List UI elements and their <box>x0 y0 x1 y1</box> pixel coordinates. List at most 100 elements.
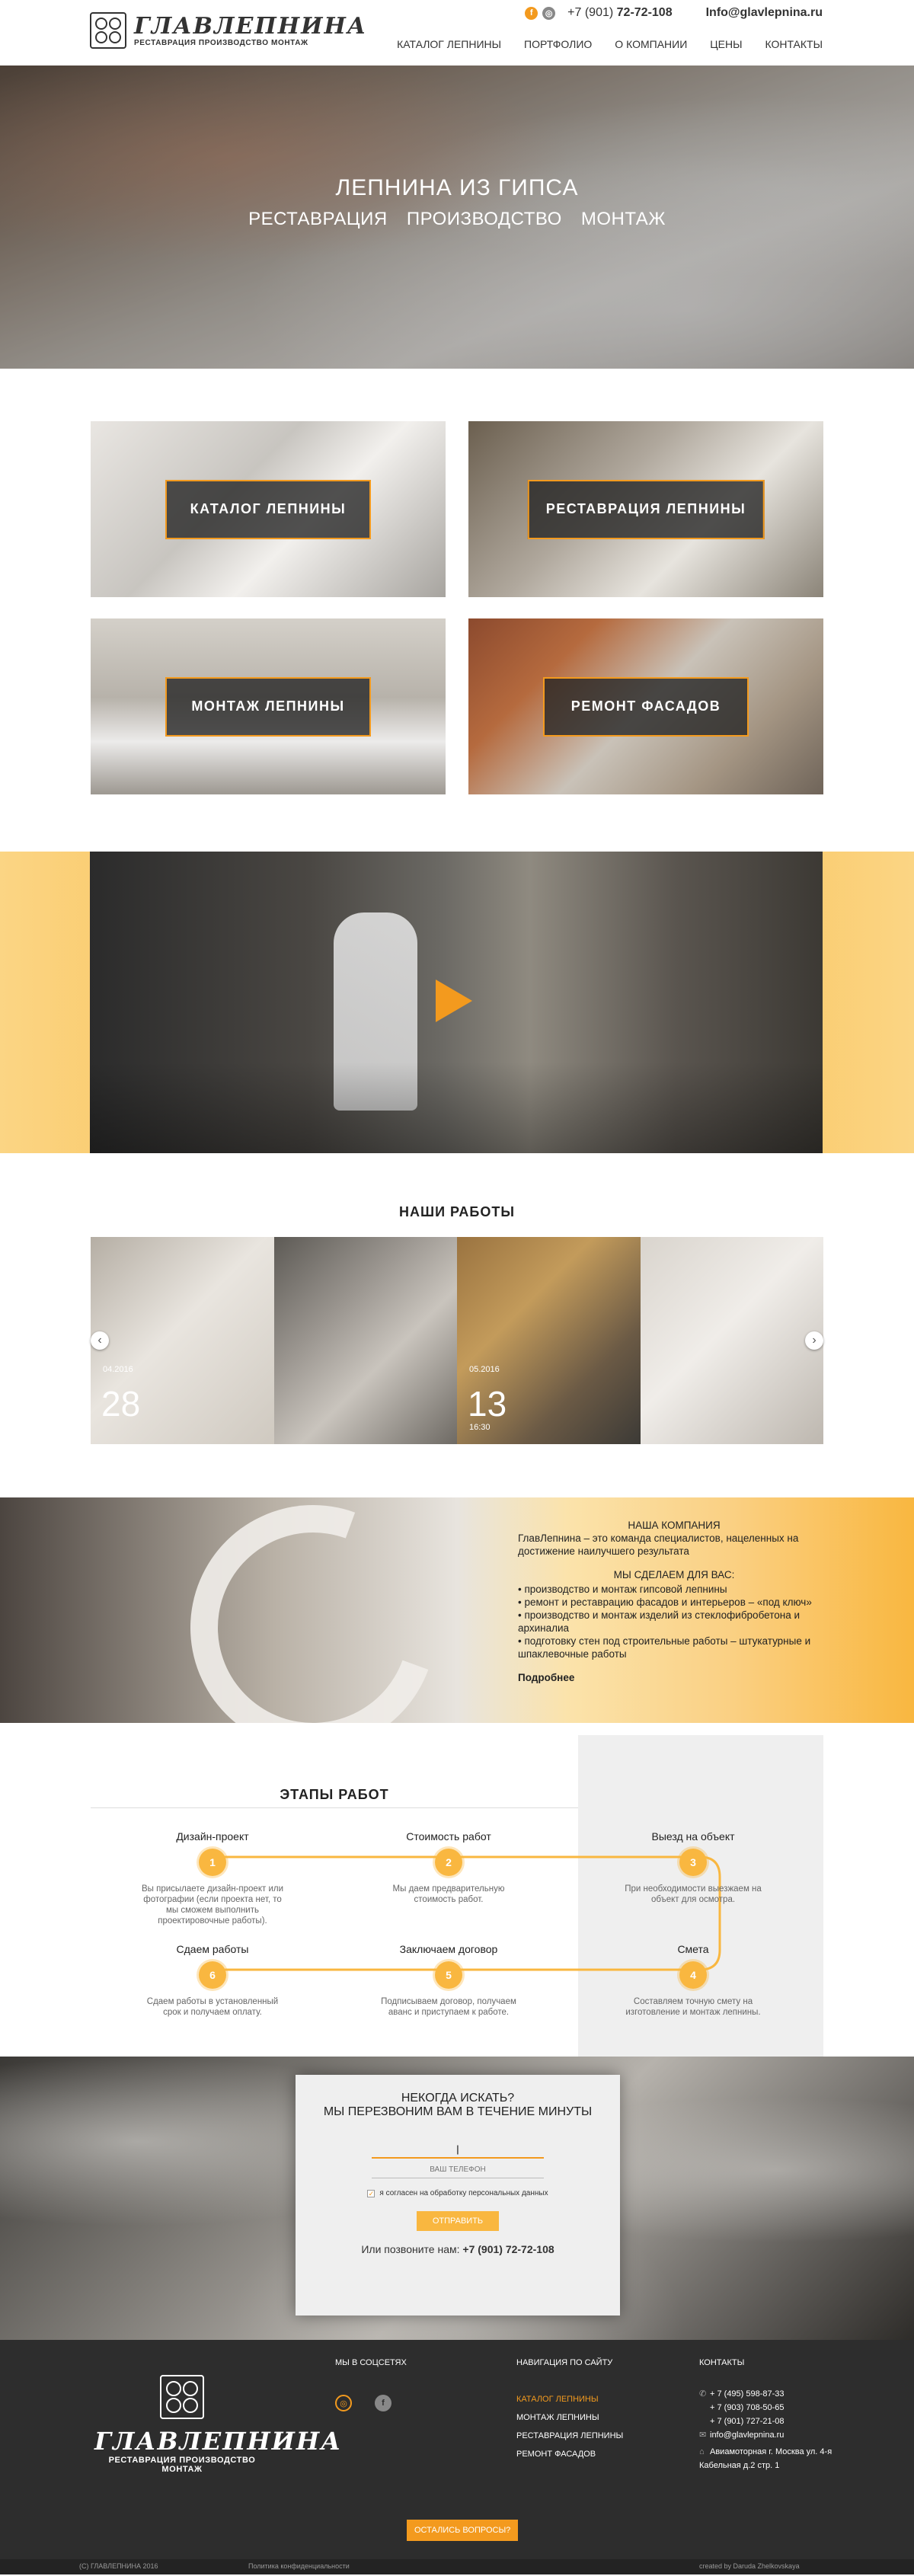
step-title: Заключаем договор <box>399 1943 498 1955</box>
site-footer: ГЛАВЛЕПНИНА РЕСТАВРАЦИЯ ПРОИЗВОДСТВО МОН… <box>0 2340 914 2574</box>
main-nav: КАТАЛОГ ЛЕПНИНЫ ПОРТФОЛИО О КОМПАНИИ ЦЕН… <box>397 38 823 50</box>
footer-brand-name: ГЛАВЛЕПНИНА <box>94 2427 343 2456</box>
name-input[interactable] <box>372 2140 544 2159</box>
step-cost: Стоимость работ 2 Мы даем предварительну… <box>376 1830 521 1905</box>
company-heading: НАША КОМПАНИЯ <box>628 1520 721 1531</box>
video-player[interactable] <box>90 852 823 1153</box>
phone-input[interactable] <box>372 2162 544 2178</box>
footer-phone[interactable]: ✆ + 7 (495) 598-87-33 <box>699 2387 836 2401</box>
logo-icon <box>90 12 126 49</box>
step-title: Сдаем работы <box>176 1943 249 1955</box>
callback-phone[interactable]: +7 (901) 72-72-108 <box>462 2243 554 2255</box>
step-number: 5 <box>435 1961 462 1989</box>
instagram-icon[interactable]: ◎ <box>542 6 556 20</box>
tile-catalog[interactable]: КАТАЛОГ ЛЕПНИНЫ <box>91 421 446 597</box>
nav-about[interactable]: О КОМПАНИИ <box>615 38 687 50</box>
callback-form: НЕКОГДА ИСКАТЬ? МЫ ПЕРЕЗВОНИМ ВАМ В ТЕЧЕ… <box>296 2075 620 2316</box>
hero-banner: ЛЕПНИНА ИЗ ГИПСА РЕСТАВРАЦИЯ ПРОИЗВОДСТВ… <box>0 66 914 369</box>
tile-label: РЕСТАВРАЦИЯ ЛЕПНИНЫ <box>527 479 765 539</box>
footer-nav-item[interactable]: МОНТАЖ ЛЕПНИНЫ <box>516 2408 623 2427</box>
play-icon[interactable] <box>436 980 472 1022</box>
facebook-icon[interactable]: f <box>375 2395 391 2411</box>
footer-social: ◎ f <box>335 2395 391 2411</box>
consent-checkbox[interactable]: ✓ я согласен на обработку персональных д… <box>296 2189 620 2197</box>
copyright: (C) ГЛАВЛЕПНИНА 2016 <box>79 2562 158 2570</box>
footer-bottom-bar: (C) ГЛАВЛЕПНИНА 2016 Политика конфиденци… <box>0 2559 914 2574</box>
logo[interactable]: ГЛАВЛЕПНИНА РЕСТАВРАЦИЯ ПРОИЗВОДСТВО МОН… <box>90 12 367 49</box>
site-header: ГЛАВЛЕПНИНА РЕСТАВРАЦИЯ ПРОИЗВОДСТВО МОН… <box>0 0 914 66</box>
list-item: подготовку стен под строительные работы … <box>518 1635 830 1660</box>
step-contract: Заключаем договор 5 Подписываем договор,… <box>376 1943 521 2018</box>
header-contacts: f ◎ +7 (901) 72-72-108 Info@glavlepnina.… <box>525 6 823 20</box>
footer-address: ⌂ Авиамоторная г. Москва ул. 4-я Кабельна… <box>699 2445 836 2472</box>
tile-facades[interactable]: РЕМОНТ ФАСАДОВ <box>468 618 823 794</box>
company-we-do: МЫ СДЕЛАЕМ ДЛЯ ВАС: <box>613 1569 735 1580</box>
works-carousel: ‹ 04.2016 28 05.2016 13 16:30 › <box>91 1237 823 1444</box>
callback-phone-line: Или позвоните нам: +7 (901) 72-72-108 <box>361 2243 554 2255</box>
step-desc: Мы даем предварительную стоимость работ. <box>392 1884 505 1904</box>
checkbox-icon[interactable]: ✓ <box>367 2189 376 2197</box>
carousel-slide[interactable] <box>640 1237 823 1444</box>
brand-name: ГЛАВЛЕПНИНА <box>134 12 368 40</box>
instagram-icon[interactable]: ◎ <box>335 2395 352 2411</box>
step-title: Стоимость работ <box>406 1830 491 1843</box>
submit-button[interactable]: ОТПРАВИТЬ <box>417 2211 499 2231</box>
carousel-slide[interactable]: 05.2016 13 16:30 <box>457 1237 641 1444</box>
company-section: НАША КОМПАНИЯ ГлавЛепнина – это команда … <box>0 1497 914 1723</box>
company-intro: ГлавЛепнина – это команда специалистов, … <box>518 1532 799 1557</box>
step-desc: Вы присылаете дизайн-проект или фотограф… <box>141 1884 284 1926</box>
carousel-slide[interactable] <box>273 1237 457 1444</box>
footer-nav-item[interactable]: РЕСТАВРАЦИЯ ЛЕПНИНЫ <box>516 2427 623 2445</box>
company-list: производство и монтаж гипсовой лепнины р… <box>518 1583 830 1660</box>
footer-email[interactable]: ✉ info@glavlepnina.ru <box>699 2428 836 2442</box>
slide-day: 13 <box>468 1384 507 1424</box>
facebook-icon[interactable]: f <box>525 6 538 20</box>
footer-social-title: МЫ В СОЦСЕТЯХ <box>335 2358 407 2367</box>
footer-nav-item[interactable]: КАТАЛОГ ЛЕПНИНЫ <box>516 2390 623 2408</box>
step-desc: Подписываем договор, получаем аванс и пр… <box>381 1997 516 2017</box>
consent-label: я согласен на обработку персональных дан… <box>379 2189 548 2197</box>
carousel-prev-icon[interactable]: ‹ <box>91 1331 109 1350</box>
footer-contacts: ✆ + 7 (495) 598-87-33 + 7 (903) 708-50-65… <box>699 2387 836 2472</box>
step-desc: Сдаем работы в установленный срок и полу… <box>146 1997 279 2017</box>
footer-phone[interactable]: + 7 (903) 708-50-65 <box>699 2401 836 2415</box>
list-item: ремонт и реставрацию фасадов и интерьеро… <box>518 1596 830 1609</box>
callback-title: НЕКОГДА ИСКАТЬ? МЫ ПЕРЕЗВОНИМ ВАМ В ТЕЧЕ… <box>323 2092 593 2118</box>
footer-nav-item[interactable]: РЕМОНТ ФАСАДОВ <box>516 2445 623 2463</box>
company-more-link[interactable]: Подробнее <box>518 1671 830 1684</box>
list-item: производство и монтаж изделий из стеклоф… <box>518 1609 830 1635</box>
company-text: НАША КОМПАНИЯ ГлавЛепнина – это команда … <box>518 1519 830 1684</box>
tile-installation[interactable]: МОНТАЖ ЛЕПНИНЫ <box>91 618 446 794</box>
slide-time: 16:30 <box>469 1423 491 1432</box>
footer-logo[interactable]: ГЛАВЛЕПНИНА РЕСТАВРАЦИЯ ПРОИЗВОДСТВО МОН… <box>94 2375 343 2474</box>
service-tiles: КАТАЛОГ ЛЕПНИНЫ РЕСТАВРАЦИЯ ЛЕПНИНЫ МОНТ… <box>91 421 823 794</box>
ask-question-button[interactable]: ОСТАЛИСЬ ВОПРОСЫ? <box>407 2520 519 2541</box>
works-title: НАШИ РАБОТЫ <box>398 1204 515 1219</box>
video-section <box>0 852 914 1153</box>
carousel-next-icon[interactable]: › <box>805 1331 823 1350</box>
footer-brand-tagline: РЕСТАВРАЦИЯ ПРОИЗВОДСТВО МОНТАЖ <box>108 2456 256 2474</box>
footer-phone[interactable]: + 7 (901) 727-21-08 <box>699 2415 836 2428</box>
step-number: 2 <box>435 1849 462 1876</box>
step-number: 6 <box>199 1961 226 1989</box>
step-delivery: Сдаем работы 6 Сдаем работы в установлен… <box>140 1943 285 2018</box>
carousel-slide[interactable]: 04.2016 28 <box>91 1237 274 1444</box>
nav-contacts[interactable]: КОНТАКТЫ <box>765 38 823 50</box>
logo-icon <box>160 2375 204 2419</box>
header-email[interactable]: Info@glavlepnina.ru <box>706 6 823 20</box>
tile-restoration[interactable]: РЕСТАВРАЦИЯ ЛЕПНИНЫ <box>468 421 823 597</box>
privacy-link[interactable]: Политика конфиденциальности <box>248 2562 350 2570</box>
nav-portfolio[interactable]: ПОРТФОЛИО <box>524 38 592 50</box>
step-desc: Составляем точную смету на изготовление … <box>625 1997 761 2017</box>
nav-prices[interactable]: ЦЕНЫ <box>710 38 742 50</box>
footer-nav-title: НАВИГАЦИЯ ПО САЙТУ <box>516 2358 613 2367</box>
callback-section: НЕКОГДА ИСКАТЬ? МЫ ПЕРЕЗВОНИМ ВАМ В ТЕЧЕ… <box>0 2057 914 2340</box>
step-estimate: Смета 4 Составляем точную смету на изгот… <box>621 1943 765 2018</box>
header-phone[interactable]: +7 (901) 72-72-108 <box>567 6 672 20</box>
slide-day: 28 <box>101 1384 141 1424</box>
slide-month: 05.2016 <box>469 1365 500 1374</box>
nav-catalog[interactable]: КАТАЛОГ ЛЕПНИНЫ <box>397 38 501 50</box>
footer-nav: КАТАЛОГ ЛЕПНИНЫ МОНТАЖ ЛЕПНИНЫ РЕСТАВРАЦ… <box>516 2390 623 2463</box>
tile-label: МОНТАЖ ЛЕПНИНЫ <box>165 676 371 737</box>
list-item: производство и монтаж гипсовой лепнины <box>518 1583 830 1596</box>
